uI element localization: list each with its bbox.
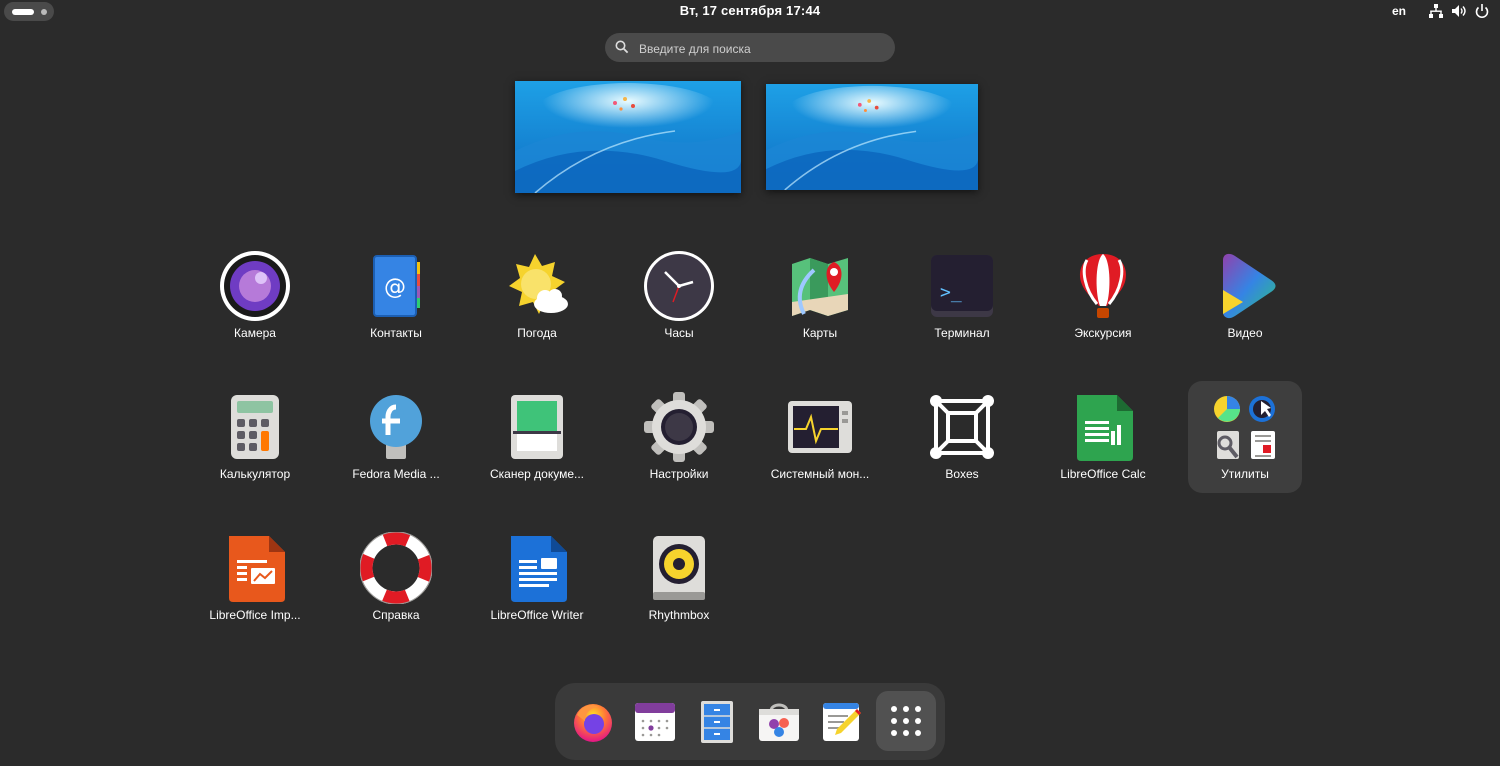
firefox-icon [574, 704, 612, 742]
search-bar[interactable] [605, 33, 895, 62]
svg-text:@: @ [384, 275, 406, 300]
search-input[interactable] [637, 37, 881, 60]
app-label: Fedora Media ... [352, 467, 440, 481]
app-label: Погода [517, 326, 557, 340]
maps-icon [792, 258, 848, 316]
system-monitor-icon [788, 401, 852, 453]
camera-icon [220, 251, 290, 321]
dash-files[interactable] [687, 691, 747, 751]
wallpaper-image [766, 84, 978, 190]
app-label: LibreOffice Calc [1060, 467, 1146, 481]
settings-gear-icon [644, 392, 714, 462]
folder-utilities[interactable]: Утилиты [1188, 381, 1302, 493]
calendar-icon [635, 703, 675, 741]
app-tour[interactable]: Экскурсия [1046, 240, 1160, 352]
app-label: Камера [234, 326, 276, 340]
utilities-folder-icon [1214, 396, 1275, 459]
dash-calendar[interactable] [625, 691, 685, 751]
app-system-monitor[interactable]: Системный мон... [763, 381, 877, 493]
contacts-icon: @ [373, 255, 420, 317]
app-fedora-media-writer[interactable]: Fedora Media ... [339, 381, 453, 493]
app-clocks[interactable]: Часы [622, 240, 736, 352]
app-libreoffice-calc[interactable]: LibreOffice Calc [1046, 381, 1160, 493]
text-editor-icon [823, 703, 861, 741]
app-label: Терминал [934, 326, 990, 340]
video-icon [1223, 253, 1276, 319]
app-label: Системный мон... [770, 467, 870, 481]
terminal-icon: >_ [931, 255, 993, 317]
app-grid-icon [891, 706, 921, 736]
app-document-scanner[interactable]: Сканер докуме... [480, 381, 594, 493]
boxes-icon [930, 395, 994, 459]
libreoffice-calc-icon [1077, 395, 1133, 461]
rhythmbox-icon [653, 536, 705, 600]
wallpaper-image [515, 81, 741, 193]
app-label: Настройки [649, 467, 709, 481]
app-weather[interactable]: Погода [480, 240, 594, 352]
app-rhythmbox[interactable]: Rhythmbox [622, 522, 736, 634]
show-apps-button[interactable] [876, 691, 936, 751]
app-label: Справка [372, 608, 420, 622]
app-libreoffice-writer[interactable]: LibreOffice Writer [480, 522, 594, 634]
top-bar: Вт, 17 сентября 17:44 en [0, 0, 1500, 22]
app-label: Экскурсия [1074, 326, 1132, 340]
app-label: Видео [1227, 326, 1263, 340]
weather-icon [509, 254, 568, 314]
files-icon [701, 701, 733, 743]
app-label: Контакты [370, 326, 422, 340]
app-label: Карты [802, 326, 838, 340]
network-icon[interactable] [1428, 3, 1444, 19]
dash [555, 683, 945, 760]
software-icon [759, 703, 799, 741]
svg-text:>_: >_ [940, 282, 962, 303]
document-scanner-icon [511, 395, 563, 459]
app-terminal[interactable]: >_ Терминал [905, 240, 1019, 352]
app-maps[interactable]: Карты [763, 240, 877, 352]
app-settings[interactable]: Настройки [622, 381, 736, 493]
app-label: Калькулятор [219, 467, 291, 481]
dash-firefox[interactable] [563, 691, 623, 751]
libreoffice-writer-icon [511, 536, 567, 602]
app-camera[interactable]: Камера [198, 240, 312, 352]
workspace-thumbnail-1[interactable] [515, 81, 741, 193]
workspace-thumbnail-2[interactable] [766, 84, 978, 190]
dash-software[interactable] [749, 691, 809, 751]
clock[interactable]: Вт, 17 сентября 17:44 [0, 3, 1500, 18]
app-help[interactable]: Справка [339, 522, 453, 634]
volume-icon[interactable] [1451, 3, 1467, 19]
keyboard-layout[interactable]: en [1392, 4, 1406, 18]
app-label: Сканер докуме... [489, 467, 584, 481]
help-lifebuoy-icon [360, 532, 432, 604]
dash-text-editor[interactable] [811, 691, 871, 751]
app-boxes[interactable]: Boxes [905, 381, 1019, 493]
app-label: Boxes [945, 467, 979, 481]
app-label: Утилиты [1221, 467, 1269, 481]
libreoffice-impress-icon [229, 536, 285, 602]
app-label: Rhythmbox [648, 608, 710, 622]
clock-icon [644, 251, 714, 321]
calculator-icon [231, 395, 279, 459]
power-icon[interactable] [1474, 3, 1490, 19]
app-calculator[interactable]: Калькулятор [198, 381, 312, 493]
app-label: LibreOffice Imp... [209, 608, 301, 622]
fedora-media-writer-icon [370, 395, 422, 459]
app-contacts[interactable]: @ Контакты [339, 240, 453, 352]
app-video[interactable]: Видео [1188, 240, 1302, 352]
tour-balloon-icon [1079, 254, 1127, 318]
search-icon [615, 40, 629, 54]
app-libreoffice-impress[interactable]: LibreOffice Imp... [198, 522, 312, 634]
app-label: Часы [664, 326, 694, 340]
app-label: LibreOffice Writer [490, 608, 584, 622]
